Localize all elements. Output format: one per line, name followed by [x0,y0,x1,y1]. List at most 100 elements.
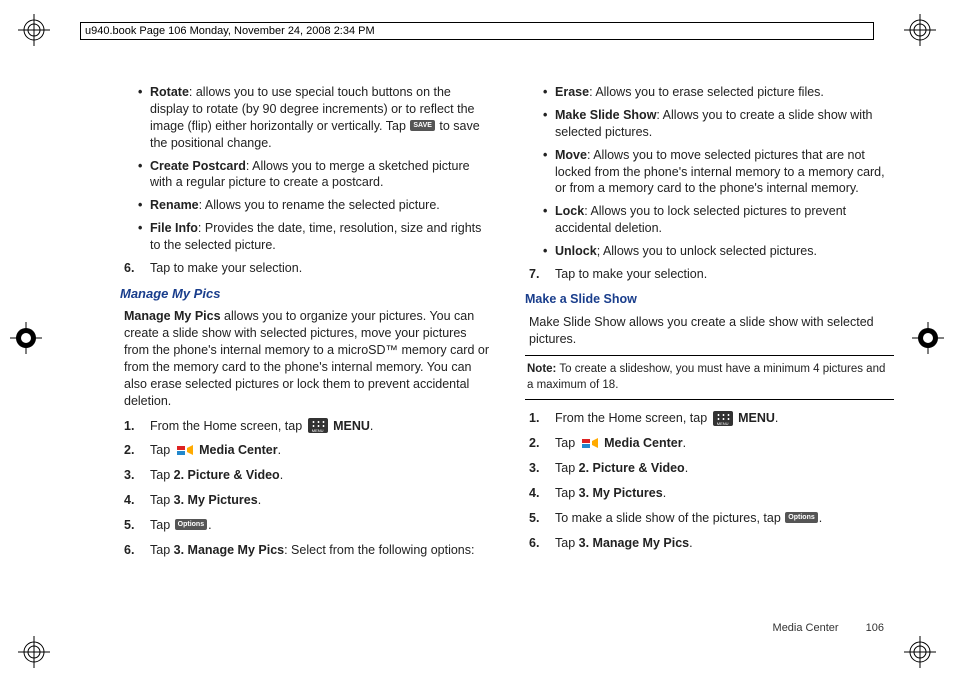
paragraph: Make Slide Show allows you create a slid… [529,314,894,348]
desc: : Allows you to lock selected pictures t… [555,204,846,235]
step-text: Tap [555,536,579,550]
desc: : Allows you to move selected pictures t… [555,148,885,196]
page-footer: Media Center 106 [773,622,884,634]
page-header: u940.book Page 106 Monday, November 24, … [80,22,874,40]
term: Rename [150,198,199,212]
term: Move [555,148,587,162]
step-text: Tap [555,461,579,475]
step-num: 4. [124,492,134,509]
step-list: 1.From the Home screen, tap MENU.2.Tap M… [120,418,489,559]
save-button-icon: SAVE [410,120,435,131]
term: Lock [555,204,584,218]
step-bold: 2. Picture & Video [579,461,685,475]
step-list: 1.From the Home screen, tap MENU.2.Tap M… [525,410,894,551]
step-num: 3. [124,467,134,484]
step-bold: 3. Manage My Pics [174,543,284,557]
step-bold: 2. Picture & Video [174,468,280,482]
step: 5.To make a slide show of the pictures, … [555,510,894,527]
note-block: Note: To create a slideshow, you must ha… [525,355,894,400]
step-num: 1. [529,410,539,427]
step: 4.Tap 3. My Pictures. [555,485,894,502]
step: 5.Tap Options. [150,517,489,534]
step-bold: 3. Manage My Pics [579,536,689,550]
text: allows you to organize your pictures. Yo… [124,309,489,407]
step: 3.Tap 2. Picture & Video. [150,467,489,484]
step-list: 6. Tap to make your selection. [120,260,489,277]
list-item: Make Slide Show: Allows you to create a … [555,107,894,141]
step: 4.Tap 3. My Pictures. [150,492,489,509]
step-num: 7. [529,266,539,283]
footer-page-number: 106 [866,622,884,634]
step-num: 5. [529,510,539,527]
step-text: Tap to make your selection. [150,261,302,275]
step-text: Tap [150,443,174,457]
cropmark-icon [912,322,944,354]
media-center-icon [581,436,599,450]
step: 2.Tap Media Center. [150,442,489,459]
step-num: 6. [124,260,134,277]
options-button-icon: Options [175,519,207,530]
term: Unlock [555,244,597,258]
step-text: From the Home screen, tap [150,419,306,433]
step-list: 7.Tap to make your selection. [525,266,894,283]
step-bold: Media Center [199,443,278,457]
step: 6.Tap 3. Manage My Pics. [555,535,894,552]
section-heading: Make a Slide Show [525,291,894,308]
list-item: Unlock; Allows you to unlock selected pi… [555,243,894,260]
step-num: 6. [529,535,539,552]
note-text: To create a slideshow, you must have a m… [527,363,885,391]
term: File Info [150,221,198,235]
term: Make Slide Show [555,108,656,122]
list-item: Create Postcard: Allows you to merge a s… [150,158,489,192]
desc: : Provides the date, time, resolution, s… [150,221,481,252]
list-item: Erase: Allows you to erase selected pict… [555,84,894,101]
step-text: From the Home screen, tap [555,411,711,425]
left-column: Rotate: allows you to use special touch … [120,84,489,632]
step-text: Tap [150,493,174,507]
menu-icon [713,411,733,426]
note-label: Note: [527,363,556,375]
cropmark-icon [18,636,50,668]
step-num: 5. [124,517,134,534]
desc: : Allows you to erase selected picture f… [589,85,824,99]
step: 6.Tap 3. Manage My Pics: Select from the… [150,542,489,559]
media-center-icon [176,443,194,457]
term: Rotate [150,85,189,99]
step: 1.From the Home screen, tap MENU. [555,410,894,427]
list-item: Rotate: allows you to use special touch … [150,84,489,152]
cropmark-icon [18,14,50,46]
step-bold: 3. My Pictures [174,493,258,507]
step: 3.Tap 2. Picture & Video. [555,460,894,477]
section-heading: Manage My Pics [120,285,489,303]
step: 2.Tap Media Center. [555,435,894,452]
step-text: Tap [555,436,579,450]
options-button-icon: Options [785,512,817,523]
desc: : Allows you to rename the selected pict… [199,198,440,212]
list-item: Lock: Allows you to lock selected pictur… [555,203,894,237]
page-body: Rotate: allows you to use special touch … [120,84,894,632]
cropmark-icon [904,636,936,668]
step-num: 2. [124,442,134,459]
step-text: Tap [150,543,174,557]
step-text: Tap [555,486,579,500]
right-column: Erase: Allows you to erase selected pict… [525,84,894,632]
cropmark-icon [904,14,936,46]
step-bold: Media Center [604,436,683,450]
step-text: Tap [150,518,174,532]
desc: ; Allows you to unlock selected pictures… [597,244,817,258]
step-num: 4. [529,485,539,502]
step-bold: MENU [738,411,775,425]
step-text: Tap [150,468,174,482]
step-text: To make a slide show of the pictures, ta… [555,511,784,525]
paragraph: Manage My Pics allows you to organize yo… [124,308,489,409]
step: 6.Tap to make your selection. [150,260,489,277]
step-num: 2. [529,435,539,452]
option-list: Rotate: allows you to use special touch … [120,84,489,254]
list-item: Move: Allows you to move selected pictur… [555,147,894,198]
menu-icon [308,418,328,433]
list-item: Rename: Allows you to rename the selecte… [150,197,489,214]
option-list: Erase: Allows you to erase selected pict… [525,84,894,260]
cropmark-icon [10,322,42,354]
step-num: 6. [124,542,134,559]
step-num: 3. [529,460,539,477]
